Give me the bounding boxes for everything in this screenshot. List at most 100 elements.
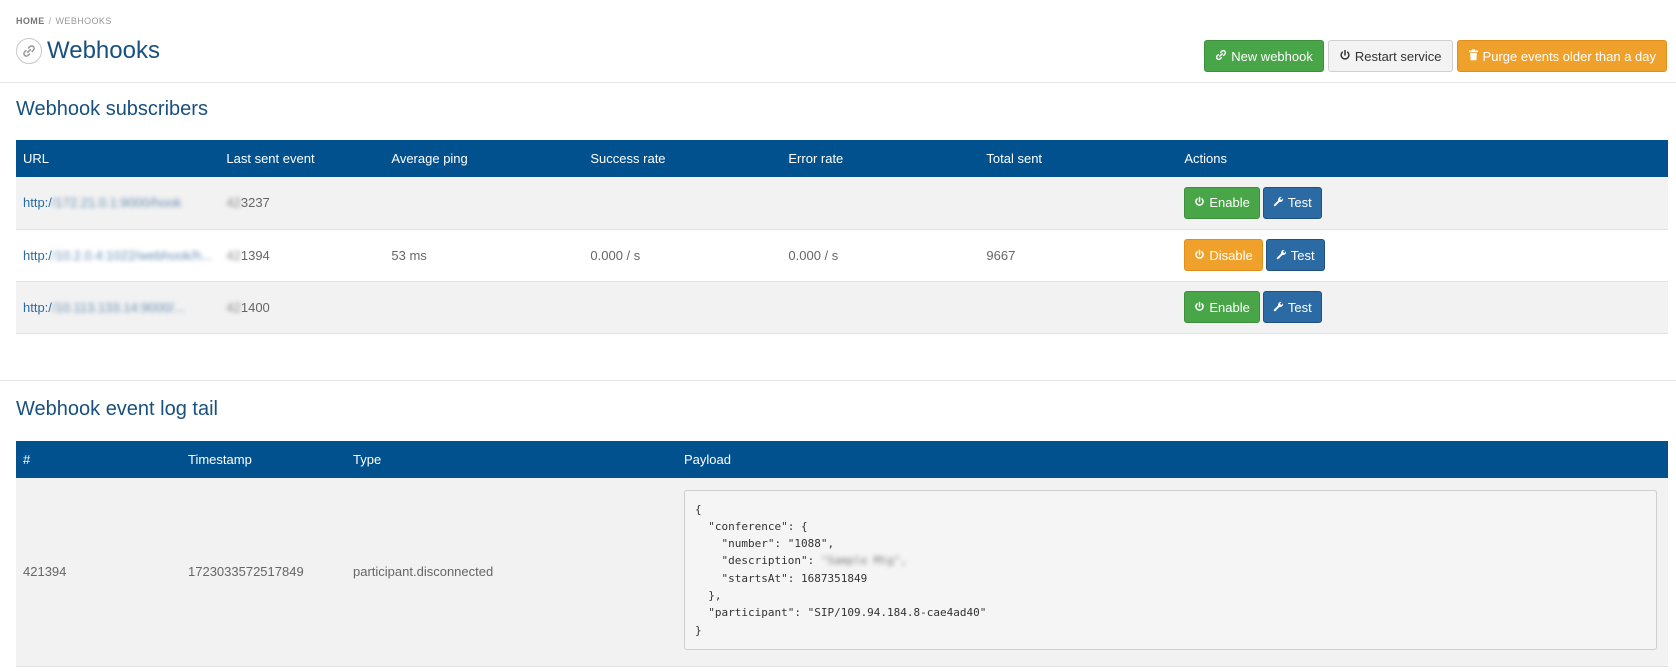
total-sent: 9667 (986, 247, 1016, 263)
last-sent-event-value: 3237 (240, 195, 270, 211)
subscriber-url-prefix[interactable]: http:/ (23, 300, 52, 315)
error-rate (781, 177, 979, 229)
disable-label: Disable (1209, 247, 1253, 263)
row-actions: Disable Test (1177, 229, 1668, 281)
wrench-icon (1276, 248, 1287, 263)
payload-line: "participant": "SIP/109.94.184.8-cae4ad4… (695, 606, 987, 620)
error-rate (781, 281, 979, 333)
table-row: http://10.2.0.4:1022/webhook/h... 421394… (16, 229, 1668, 281)
breadcrumb: HOME / WEBHOOKS (16, 16, 112, 26)
subscriber-url[interactable]: http://10.113.133.14:9000/... (16, 281, 219, 333)
page-header: Webhooks (16, 38, 160, 64)
subscribers-header-row: URL Last sent event Average ping Success… (16, 140, 1668, 177)
new-webhook-label: New webhook (1231, 48, 1313, 64)
last-sent-event: 421394 (219, 229, 384, 281)
power-icon (1339, 49, 1351, 64)
wrench-icon (1273, 195, 1284, 210)
wrench-icon (1273, 300, 1284, 315)
column-header-total-sent: Total sent (986, 151, 1043, 166)
redacted-event-prefix: 42 (226, 299, 241, 315)
last-sent-event-value: 1400 (240, 299, 270, 315)
success-rate (583, 177, 781, 229)
payload-line: "description": (695, 554, 821, 568)
last-sent-event: 421400 (219, 281, 384, 333)
enable-label: Enable (1209, 299, 1250, 315)
subscriber-url-prefix[interactable]: http:/ (23, 195, 52, 210)
column-header-payload: Payload (684, 452, 731, 467)
subscriber-url-prefix[interactable]: http:/ (23, 248, 52, 263)
redacted-event-prefix: 42 (226, 247, 241, 263)
table-row: http://10.113.133.14:9000/... 421400 Ena… (16, 281, 1668, 333)
breadcrumb-home[interactable]: HOME (16, 16, 45, 26)
subscriber-url[interactable]: http://172.21.0.1:9000/hook (16, 177, 219, 229)
success-rate (583, 281, 781, 333)
success-rate: 0.000 / s (590, 247, 641, 263)
column-header-url: URL (23, 151, 50, 166)
subscribers-section-title: Webhook subscribers (16, 98, 208, 120)
column-header-actions: Actions (1184, 151, 1228, 166)
enable-label: Enable (1209, 195, 1250, 211)
redacted-url: /10.113.133.14:9000/... (51, 299, 185, 315)
total-sent (979, 281, 1177, 333)
test-label: Test (1290, 247, 1315, 263)
test-button[interactable]: Test (1262, 291, 1322, 323)
enable-button[interactable]: Enable (1184, 291, 1260, 323)
enable-button[interactable]: Enable (1184, 186, 1260, 219)
trash-icon (1468, 48, 1479, 64)
subscribers-table: URL Last sent event Average ping Success… (16, 140, 1668, 334)
test-button[interactable]: Test (1265, 239, 1325, 271)
error-rate: 0.000 / s (788, 247, 839, 263)
redacted-url: /172.21.0.1:9000/hook (51, 195, 182, 211)
last-sent-event: 423237 (219, 177, 384, 229)
column-header-id: # (23, 452, 31, 467)
total-sent (979, 177, 1177, 229)
restart-service-button[interactable]: Restart service (1327, 40, 1453, 72)
redacted-url: /10.2.0.4:1022/webhook/h... (51, 247, 213, 263)
payload-line: } (695, 623, 702, 637)
breadcrumb-separator: / (48, 16, 52, 26)
link-icon (16, 38, 42, 64)
payload-line: "number": "1088", (695, 537, 835, 551)
payload-line: }, (695, 589, 722, 603)
test-button[interactable]: Test (1262, 186, 1322, 219)
page-toolbar: New webhook Restart service Purge events… (1204, 40, 1667, 72)
link-icon (1215, 49, 1227, 64)
event-log-section-title: Webhook event log tail (16, 398, 218, 420)
new-webhook-button[interactable]: New webhook (1204, 40, 1324, 72)
event-log-header-row: # Timestamp Type Payload (16, 441, 1668, 478)
redacted-description: "Sample Mtg", (820, 554, 907, 568)
table-row: 421394 1723033572517849 participant.disc… (16, 478, 1668, 666)
payload-line: { (695, 502, 702, 516)
payload-line: "startsAt": 1687351849 (695, 571, 868, 585)
row-actions: Enable Test (1177, 177, 1668, 229)
section-divider (0, 380, 1676, 381)
redacted-event-prefix: 42 (226, 195, 241, 211)
column-header-success-rate: Success rate (590, 151, 666, 166)
event-payload-cell: { "conference": { "number": "1088", "des… (677, 478, 1668, 666)
purge-events-button[interactable]: Purge events older than a day (1456, 40, 1667, 72)
event-payload: { "conference": { "number": "1088", "des… (684, 489, 1657, 650)
event-id: 421394 (23, 564, 67, 580)
event-log-table: # Timestamp Type Payload 421394 17230335… (16, 441, 1668, 667)
row-actions: Enable Test (1177, 281, 1668, 333)
event-timestamp: 1723033572517849 (188, 564, 304, 580)
restart-service-label: Restart service (1354, 48, 1442, 64)
table-row: http://172.21.0.1:9000/hook 423237 Enabl… (16, 177, 1668, 229)
average-ping (384, 177, 583, 229)
average-ping: 53 ms (391, 247, 427, 263)
test-label: Test (1287, 195, 1312, 211)
power-icon (1194, 195, 1205, 210)
last-sent-event-value: 1394 (240, 247, 270, 263)
power-icon (1194, 300, 1205, 315)
column-header-avg-ping: Average ping (391, 151, 468, 166)
breadcrumb-current: WEBHOOKS (55, 16, 112, 26)
power-icon (1194, 248, 1205, 263)
column-header-error-rate: Error rate (788, 151, 844, 166)
disable-button[interactable]: Disable (1184, 239, 1263, 271)
page-title: Webhooks (47, 37, 160, 64)
purge-events-label: Purge events older than a day (1482, 48, 1656, 64)
column-header-type: Type (353, 452, 382, 467)
subscriber-url[interactable]: http://10.2.0.4:1022/webhook/h... (16, 229, 219, 281)
column-header-last-sent: Last sent event (226, 151, 315, 166)
event-type: participant.disconnected (353, 564, 494, 580)
